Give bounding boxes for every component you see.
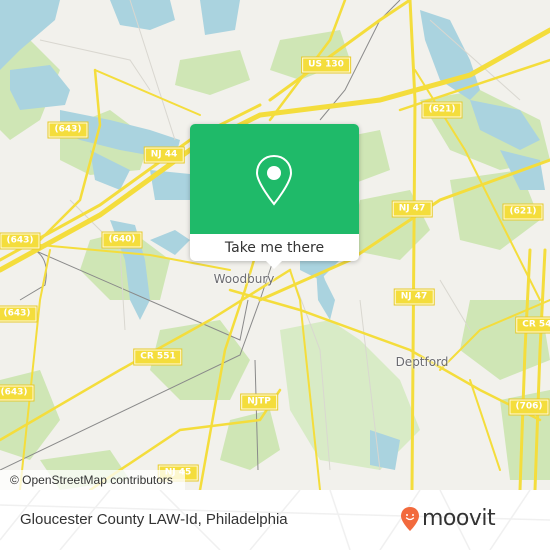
moovit-smile-pin-icon <box>401 507 419 531</box>
map-view[interactable]: US 130 (621) (643) NJ 44 NJ 47 (621) (64… <box>0 0 550 490</box>
road-shield-706: (706) <box>509 399 549 415</box>
road-shield-621: (621) <box>503 204 543 220</box>
footer-bar: Gloucester County LAW-Id, Philadelphia m… <box>0 490 550 550</box>
road-shield-us-130: US 130 <box>302 57 350 73</box>
location-popup[interactable]: Take me there <box>190 124 359 269</box>
road-shield-640: (640) <box>102 232 142 248</box>
map-attribution[interactable]: © OpenStreetMap contributors <box>0 470 185 490</box>
moovit-wordmark: moovit <box>422 506 496 531</box>
road-shield-nj-47: NJ 47 <box>392 201 432 217</box>
road-shield-643: (643) <box>0 306 37 322</box>
location-pin-icon <box>255 154 293 206</box>
popup-pointer <box>266 261 282 269</box>
road-shield-643: (643) <box>0 385 34 401</box>
road-shield-cr-551: CR 551 <box>134 349 182 365</box>
road-shield-nj-44: NJ 44 <box>144 147 184 163</box>
road-shield-njtp: NJTP <box>241 394 277 410</box>
popup-header[interactable] <box>190 124 359 234</box>
road-shield-621: (621) <box>422 102 462 118</box>
place-title: Gloucester County LAW-Id, Philadelphia <box>20 511 288 528</box>
place-label-deptford: Deptford <box>395 355 449 369</box>
road-shield-nj-47: NJ 47 <box>394 289 434 305</box>
road-shield-cr-544: CR 544 <box>516 317 550 333</box>
road-shield-643: (643) <box>48 122 88 138</box>
road-shield-643: (643) <box>0 233 40 249</box>
moovit-logo[interactable]: moovit <box>400 506 496 532</box>
take-me-there-button[interactable]: Take me there <box>190 234 359 261</box>
place-label-woodbury: Woodbury <box>213 272 275 286</box>
